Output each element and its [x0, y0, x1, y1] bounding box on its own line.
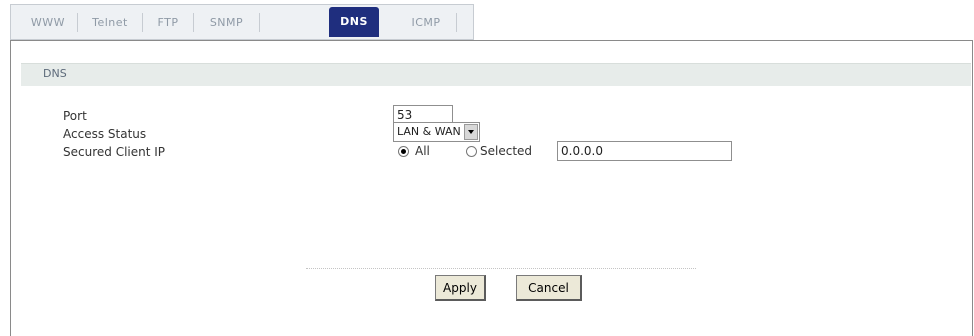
- port-label: Port: [63, 109, 87, 123]
- tab-ftp-label: FTP: [157, 16, 179, 29]
- radio-all-label: All: [415, 144, 430, 158]
- access-status-value: LAN & WAN: [397, 125, 461, 138]
- tab-telnet[interactable]: Telnet: [78, 10, 143, 35]
- tab-snmp[interactable]: SNMP: [194, 10, 260, 35]
- tab-icmp[interactable]: ICMP: [396, 10, 457, 35]
- section-title: DNS: [43, 67, 67, 80]
- tab-bar: WWW Telnet FTP SNMP DNS ICMP: [10, 4, 474, 40]
- tab-dns[interactable]: DNS: [329, 7, 379, 37]
- section-header: DNS: [21, 63, 971, 86]
- radio-selected[interactable]: [466, 146, 477, 157]
- secured-client-ip-label: Secured Client IP: [63, 145, 166, 159]
- access-status-label: Access Status: [63, 127, 147, 141]
- tab-icmp-label: ICMP: [411, 16, 441, 29]
- ip-input[interactable]: [557, 141, 732, 161]
- tab-telnet-label: Telnet: [92, 16, 128, 29]
- apply-button[interactable]: Apply: [435, 275, 486, 301]
- chevron-down-icon[interactable]: [464, 124, 478, 140]
- divider: [306, 268, 696, 269]
- access-status-select[interactable]: LAN & WAN: [393, 122, 480, 142]
- radio-all[interactable]: [398, 146, 409, 157]
- cancel-button[interactable]: Cancel: [516, 275, 582, 301]
- tab-www[interactable]: WWW: [19, 10, 78, 35]
- tab-ftp[interactable]: FTP: [143, 10, 194, 35]
- tab-dns-label: DNS: [340, 15, 368, 28]
- tab-www-label: WWW: [30, 16, 66, 29]
- content-panel: DNS Port Access Status LAN & WAN Secured…: [10, 40, 973, 336]
- tab-snmp-label: SNMP: [209, 16, 244, 29]
- radio-selected-label: Selected: [480, 144, 533, 158]
